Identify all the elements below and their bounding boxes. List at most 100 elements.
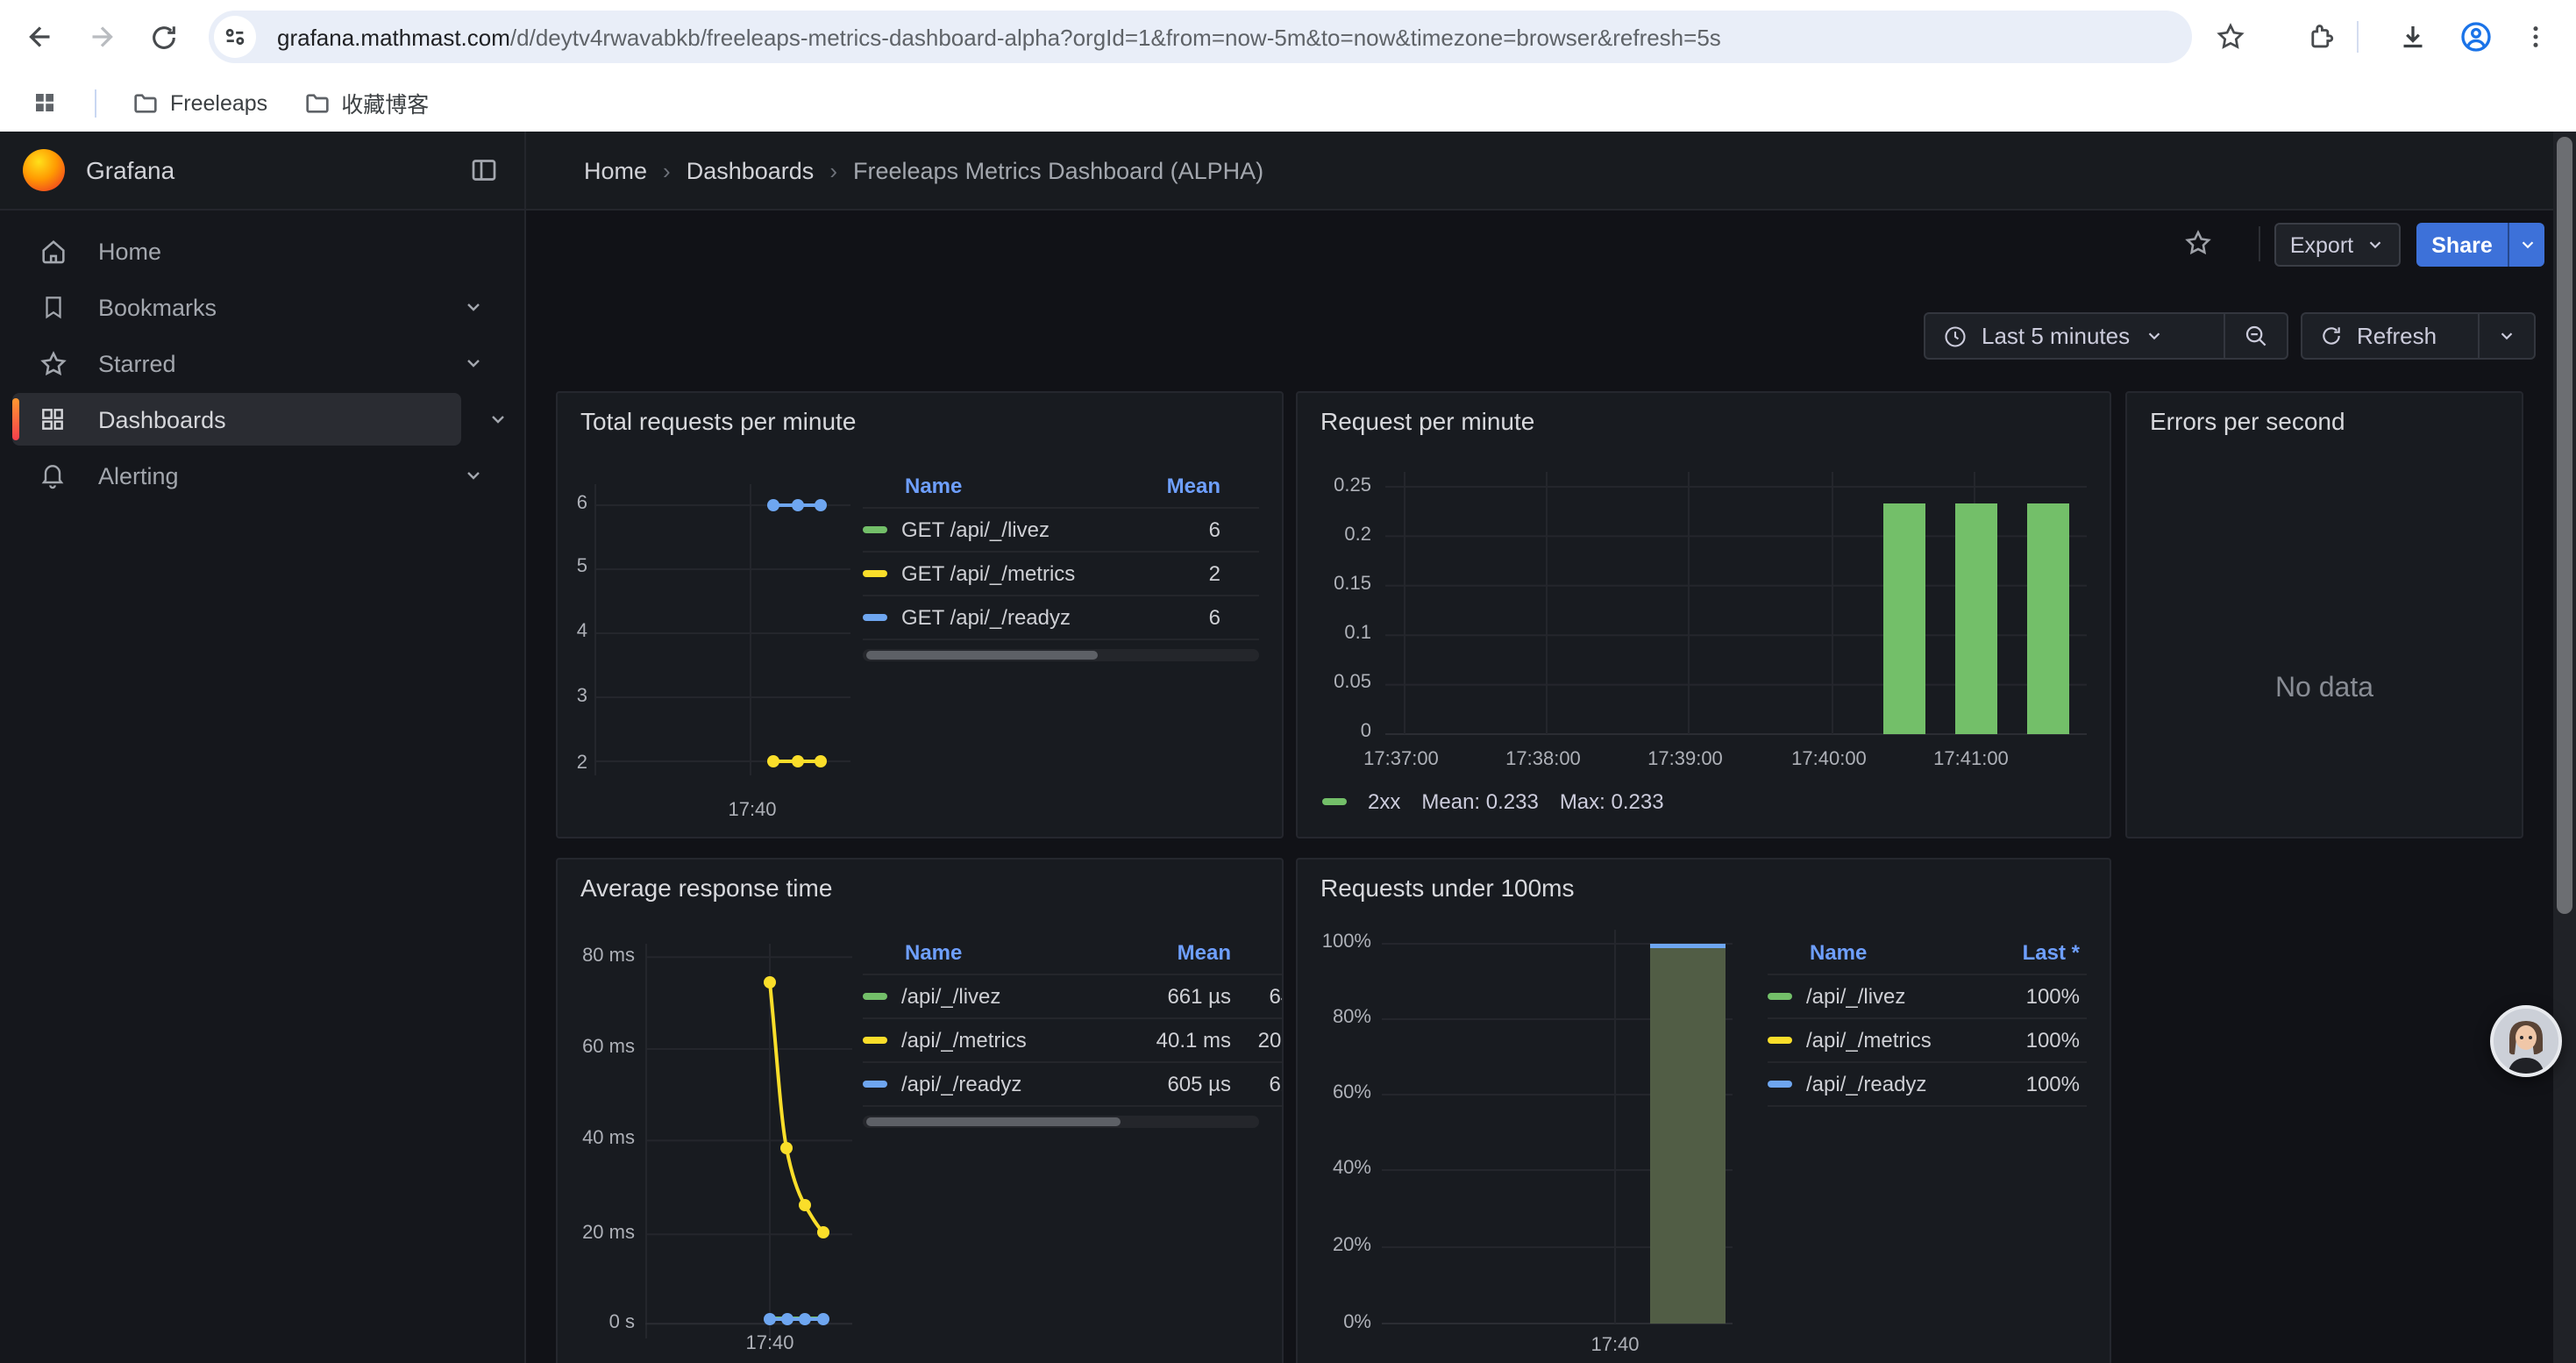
legend-max: Max: 0.233 <box>1560 789 1664 814</box>
site-settings-icon[interactable] <box>214 16 256 58</box>
profile-icon[interactable] <box>2453 14 2499 60</box>
panel-title[interactable]: Errors per second <box>2150 407 2345 435</box>
forward-icon[interactable] <box>79 14 125 60</box>
refresh-controls: Refresh <box>2301 312 2536 360</box>
legend-row[interactable]: /api/_/metrics 40.1 ms 20.5 ms <box>863 1019 1284 1063</box>
panel-requests-under-100ms[interactable]: Requests under 100ms 100% 80% 60% 40% 20… <box>1296 858 2111 1363</box>
browser-toolbar: grafana.mathmast.com/d/deytv4rwavabkb/fr… <box>0 0 2576 74</box>
y-tick: 0.05 <box>1301 672 1371 693</box>
legend-row[interactable]: /api/_/readyz 605 µs 620 µs <box>863 1063 1284 1107</box>
series-metrics <box>767 755 827 767</box>
y-tick: 40% <box>1298 1158 1371 1179</box>
legend-scrollbar[interactable] <box>863 1116 1259 1128</box>
refresh-button[interactable]: Refresh <box>2302 314 2478 358</box>
bar-chart[interactable] <box>1382 930 1733 1337</box>
legend-row[interactable]: /api/_/livez 100% <box>1768 975 2087 1019</box>
series-color-yellow <box>863 570 887 577</box>
legend-col-name[interactable]: Name <box>1768 940 1985 965</box>
bookmark-star-icon[interactable] <box>2208 14 2253 60</box>
line-chart[interactable] <box>594 484 850 786</box>
share-dropdown-button[interactable] <box>2508 223 2544 267</box>
panel-errors-per-second[interactable]: Errors per second No data <box>2125 391 2523 838</box>
breadcrumb-separator: › <box>829 157 837 183</box>
series-color-yellow <box>1768 1037 1792 1044</box>
x-tick: 17:40 <box>721 1333 819 1354</box>
legend-row[interactable]: /api/_/readyz 100% <box>1768 1063 2087 1107</box>
bookmark-folder-freeleaps[interactable]: Freeleaps <box>132 89 267 117</box>
bookmark-folder-blogs[interactable]: 收藏博客 <box>302 86 429 119</box>
favorite-star-icon[interactable] <box>2183 228 2213 258</box>
folder-icon <box>302 89 331 117</box>
legend-header: Name Mean <box>863 463 1259 509</box>
line-chart[interactable] <box>645 944 852 1351</box>
toolbar-divider <box>2259 226 2260 261</box>
home-icon <box>37 236 68 266</box>
browser-menu-icon[interactable] <box>2513 14 2558 60</box>
legend-col-last[interactable]: Las <box>1231 940 1284 965</box>
chevron-down-icon[interactable] <box>463 296 484 318</box>
address-bar[interactable]: grafana.mathmast.com/d/deytv4rwavabkb/fr… <box>209 11 2192 63</box>
sidebar-item-alerting[interactable]: Alerting <box>12 449 498 502</box>
breadcrumb-home[interactable]: Home <box>584 157 647 183</box>
y-tick: 0 <box>1301 721 1371 742</box>
y-tick: 20 ms <box>558 1223 635 1244</box>
sidebar-item-home[interactable]: Home <box>12 225 498 277</box>
sidebar-item-label: Starred <box>98 350 463 376</box>
panel-title[interactable]: Requests under 100ms <box>1320 874 1575 902</box>
bar-chart[interactable] <box>1385 472 2087 739</box>
legend-col-name[interactable]: Name <box>863 474 1115 498</box>
panel-request-per-minute[interactable]: Request per minute 0.25 0.2 0.15 0.1 0.0… <box>1296 391 2111 838</box>
legend-series-name[interactable]: 2xx <box>1368 789 1400 814</box>
legend-scrollbar[interactable] <box>863 649 1259 661</box>
page-scrollbar[interactable] <box>2553 132 2576 1363</box>
chevron-down-icon[interactable] <box>463 353 484 374</box>
chevron-down-icon <box>2144 326 2163 346</box>
grafana-brand: Grafana <box>0 132 526 209</box>
panel-average-response-time[interactable]: Average response time 80 ms 60 ms 40 ms … <box>556 858 1284 1363</box>
page-scrollbar-thumb[interactable] <box>2557 137 2572 914</box>
y-tick: 0.25 <box>1301 475 1371 496</box>
active-indicator <box>12 398 19 440</box>
legend-row[interactable]: GET /api/_/livez 6 <box>863 509 1259 553</box>
chevron-down-icon[interactable] <box>463 465 484 486</box>
time-range-label: Last 5 minutes <box>1982 323 2130 349</box>
share-button[interactable]: Share <box>2416 223 2508 267</box>
reload-icon[interactable] <box>140 14 186 60</box>
sidebar-item-dashboards[interactable]: Dashboards <box>12 393 461 446</box>
panel-total-requests-per-minute[interactable]: Total requests per minute 6 5 4 3 2 <box>556 391 1284 838</box>
legend-col-mean[interactable]: Mean <box>1115 474 1259 498</box>
export-button[interactable]: Export <box>2274 223 2401 267</box>
back-icon[interactable] <box>18 14 63 60</box>
zoom-out-button[interactable] <box>2225 314 2287 358</box>
legend-row[interactable]: GET /api/_/readyz 6 <box>863 596 1259 640</box>
y-tick: 20% <box>1298 1235 1371 1256</box>
time-range-picker[interactable]: Last 5 minutes <box>1925 314 2224 358</box>
sidebar-item-bookmarks[interactable]: Bookmarks <box>12 281 498 333</box>
y-tick: 5 <box>558 556 587 577</box>
sidebar-item-starred[interactable]: Starred <box>12 337 498 389</box>
bar-under-100ms <box>1650 944 1726 1324</box>
extensions-icon[interactable] <box>2297 14 2343 60</box>
grafana-logo[interactable] <box>23 149 65 191</box>
y-tick: 3 <box>558 686 587 707</box>
chevron-down-icon[interactable] <box>487 409 509 430</box>
download-icon[interactable] <box>2390 14 2436 60</box>
url-domain: grafana.mathmast.com <box>277 24 510 50</box>
panel-title[interactable]: Average response time <box>580 874 832 902</box>
panel-title[interactable]: Request per minute <box>1320 407 1534 435</box>
dock-menu-icon[interactable] <box>468 154 500 186</box>
bookmark-icon <box>37 293 68 321</box>
assistant-avatar[interactable] <box>2490 1005 2562 1077</box>
panel-title[interactable]: Total requests per minute <box>580 407 856 435</box>
legend-row[interactable]: GET /api/_/metrics 2 <box>863 553 1259 596</box>
legend-col-mean[interactable]: Mean <box>1122 940 1231 965</box>
legend-col-last[interactable]: Last * <box>1985 940 2087 965</box>
legend-row[interactable]: /api/_/metrics 100% <box>1768 1019 2087 1063</box>
legend-row[interactable]: /api/_/livez 661 µs 646 µs <box>863 975 1284 1019</box>
refresh-label: Refresh <box>2357 323 2437 349</box>
breadcrumb-dashboards[interactable]: Dashboards <box>687 157 815 183</box>
legend-col-name[interactable]: Name <box>863 940 1122 965</box>
apps-grid-icon[interactable] <box>21 80 67 125</box>
refresh-interval-dropdown[interactable] <box>2480 314 2534 358</box>
bookmark-label: 收藏博客 <box>341 86 429 119</box>
